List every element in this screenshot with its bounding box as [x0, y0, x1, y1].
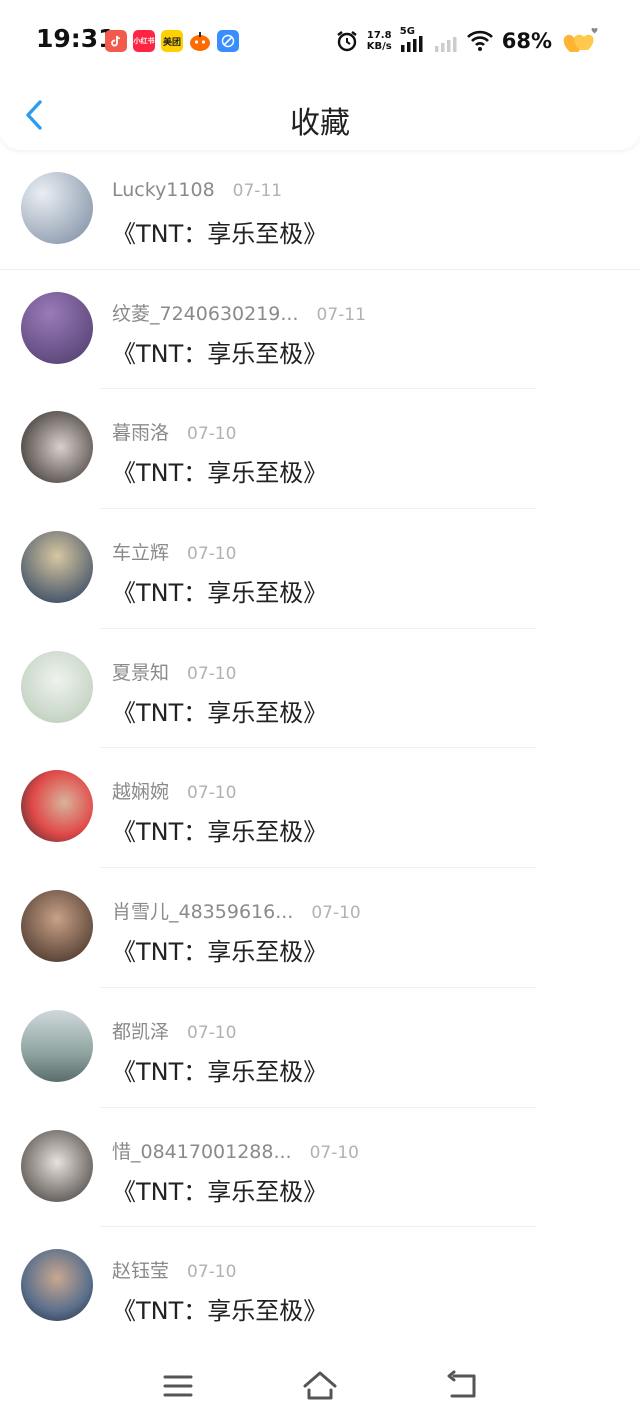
net-speed: 17.8 KB/s [366, 30, 392, 52]
username: 夏景知 07-10 [112, 661, 237, 684]
item-title: 《TNT：享乐至极》 [112, 1297, 328, 1326]
date: 07-11 [316, 304, 366, 325]
xiaohongshu-icon: 小红书 [133, 30, 155, 52]
username: 赵钰莹 07-10 [112, 1260, 237, 1283]
item-title: 《TNT：享乐至极》 [112, 1177, 328, 1206]
page-title: 收藏 [290, 106, 350, 141]
username: Lucky1108 07-11 [112, 179, 283, 201]
signal-2-icon [434, 37, 457, 52]
item-title: 《TNT：享乐至极》 [112, 818, 328, 847]
list-item[interactable]: 越娴婉 07-10 《TNT：享乐至极》 [0, 748, 640, 869]
username: 纹菱_7240630219... 07-11 [112, 302, 366, 325]
date: 07-11 [232, 181, 283, 201]
avatar[interactable] [21, 890, 93, 963]
avatar[interactable] [21, 531, 93, 604]
status-time: 19:31 [36, 24, 116, 53]
cellular-signal: 5G [400, 26, 426, 54]
item-title: 《TNT：享乐至极》 [112, 579, 328, 608]
list-item[interactable]: 暮雨洛 07-10 《TNT：享乐至极》 [0, 389, 640, 510]
list-item[interactable]: 赵钰莹 07-10 《TNT：享乐至极》 [0, 1227, 640, 1347]
notification-app-icons: 小红书 美团 [105, 30, 239, 52]
wifi-icon [466, 30, 493, 51]
date: 07-10 [311, 903, 361, 924]
item-title: 《TNT：享乐至极》 [112, 220, 328, 248]
date: 07-10 [187, 544, 237, 565]
item-title: 《TNT：享乐至极》 [112, 459, 328, 488]
signal-icon [400, 36, 423, 52]
item-title: 《TNT：享乐至极》 [112, 938, 328, 967]
back-nav-button[interactable] [442, 1366, 482, 1406]
list-item[interactable]: Lucky1108 07-11 《TNT：享乐至极》 [0, 150, 640, 270]
home-icon [303, 1371, 337, 1400]
home-button[interactable] [300, 1366, 340, 1406]
item-title: 《TNT：享乐至极》 [112, 1057, 328, 1086]
username: 惜_08417001288... 07-10 [112, 1140, 359, 1163]
username: 肖雪儿_48359616... 07-10 [112, 901, 361, 924]
favorites-list: Lucky1108 07-11 《TNT：享乐至极》 纹菱_7240630219.… [0, 150, 640, 1347]
back-nav-icon [447, 1370, 476, 1398]
date: 07-10 [309, 1142, 359, 1163]
title-bar: 收藏 [0, 84, 640, 150]
alarm-icon [337, 31, 357, 52]
date: 07-10 [187, 1262, 237, 1283]
avatar[interactable] [21, 770, 93, 843]
browser-icon [217, 30, 239, 52]
list-item[interactable]: 纹菱_7240630219... 07-11 《TNT：享乐至极》 [0, 270, 640, 390]
meituan-icon: 美团 [161, 30, 183, 52]
list-item[interactable]: 夏景知 07-10 《TNT：享乐至极》 [0, 629, 640, 749]
avatar[interactable] [21, 650, 93, 723]
username: 车立辉 07-10 [112, 542, 237, 565]
item-title: 《TNT：享乐至极》 [112, 698, 328, 727]
username: 越娴婉 07-10 [112, 781, 237, 804]
system-nav-bar [0, 1346, 640, 1422]
menu-button[interactable] [158, 1366, 198, 1406]
avatar[interactable] [21, 1129, 93, 1202]
avatar[interactable] [21, 172, 93, 244]
list-item[interactable]: 都凯泽 07-10 《TNT：享乐至极》 [0, 988, 640, 1108]
date: 07-10 [187, 783, 237, 804]
heart-battery-icon [563, 28, 598, 52]
douyin-icon [105, 30, 127, 52]
status-indicators: 17.8 KB/s 5G 68% [335, 26, 600, 56]
username: 暮雨洛 07-10 [112, 422, 237, 445]
date: 07-10 [187, 663, 237, 684]
avatar[interactable] [21, 411, 93, 484]
item-title: 《TNT：享乐至极》 [112, 339, 328, 368]
status-bar: 19:31 小红书 美团 17.8 KB/s 5G 68% [0, 0, 640, 84]
username: 都凯泽 07-10 [112, 1020, 237, 1043]
list-item[interactable]: 车立辉 07-10 《TNT：享乐至极》 [0, 509, 640, 629]
list-item[interactable]: 惜_08417001288... 07-10 《TNT：享乐至极》 [0, 1108, 640, 1228]
avatar[interactable] [21, 291, 93, 364]
pumpkin-icon [189, 30, 211, 52]
date: 07-10 [187, 424, 237, 445]
date: 07-10 [187, 1022, 237, 1043]
battery-level: 68% [501, 29, 552, 53]
menu-icon [163, 1375, 193, 1397]
avatar[interactable] [21, 1009, 93, 1082]
list-item[interactable]: 肖雪儿_48359616... 07-10 《TNT：享乐至极》 [0, 868, 640, 988]
avatar[interactable] [21, 1249, 93, 1322]
